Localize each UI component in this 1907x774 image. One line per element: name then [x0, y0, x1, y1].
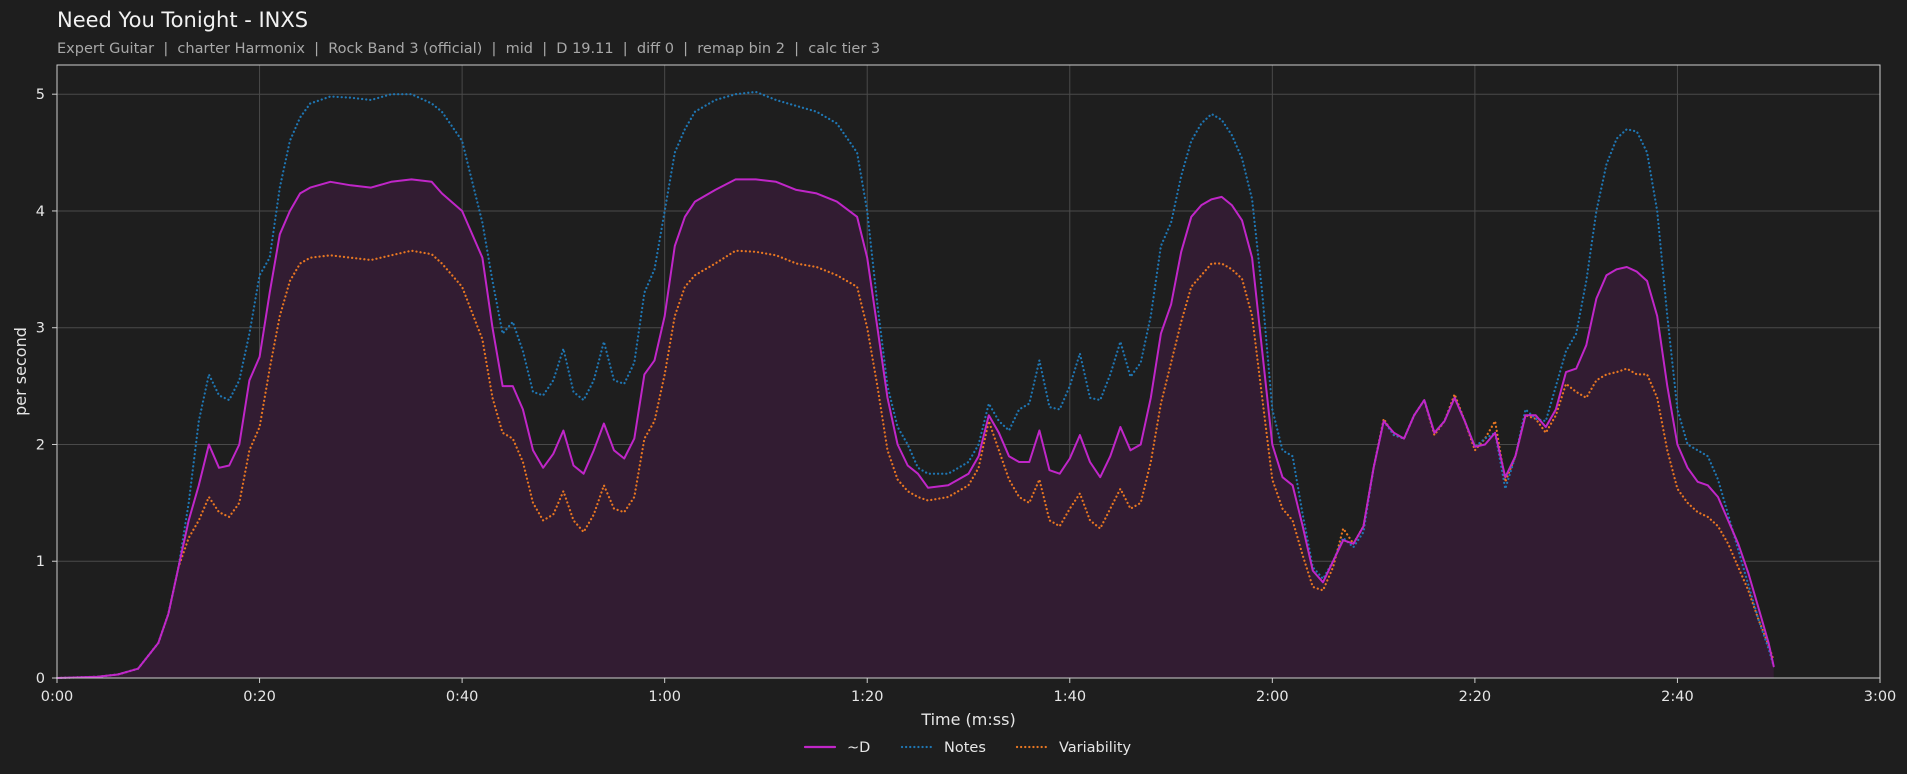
x-tick-label: 1:40	[1053, 689, 1086, 705]
legend-label: ~D	[847, 740, 870, 756]
y-axis-label: per second	[11, 327, 30, 416]
y-tick-label: 2	[36, 437, 45, 453]
area-fill	[57, 179, 1774, 678]
y-tick-label: 5	[36, 87, 45, 103]
x-axis-ticks: 0:00 0:20 0:40 1:00 1:20 1:40 2:00 2:20 2:40 3:00	[41, 678, 1897, 705]
y-tick-label: 4	[36, 204, 45, 220]
x-tick-label: 2:40	[1661, 689, 1694, 705]
x-tick-label: 3:00	[1864, 689, 1897, 705]
x-tick-label: 0:40	[446, 689, 479, 705]
chart-svg: 0:00 0:20 0:40 1:00 1:20 1:40 2:00 2:20 2:40 3:00…	[11, 64, 1897, 756]
x-tick-label: 0:20	[243, 689, 276, 705]
x-tick-label: 1:20	[851, 689, 884, 705]
x-tick-label: 0:00	[41, 689, 74, 705]
legend: ~D Notes Variability	[803, 740, 1132, 756]
x-tick-label: 2:20	[1459, 689, 1492, 705]
legend-label: Notes	[944, 740, 986, 756]
y-axis-ticks: 0 1 2 3 4 5	[36, 87, 57, 687]
x-tick-label: 1:00	[648, 689, 681, 705]
y-tick-label: 3	[36, 321, 45, 337]
y-tick-label: 0	[36, 671, 45, 687]
x-axis-label: Time (m:ss)	[920, 710, 1015, 729]
legend-label: Variability	[1059, 740, 1132, 756]
series-fill-d	[57, 179, 1774, 678]
x-tick-label: 2:00	[1256, 689, 1289, 705]
y-tick-label: 1	[36, 554, 45, 570]
